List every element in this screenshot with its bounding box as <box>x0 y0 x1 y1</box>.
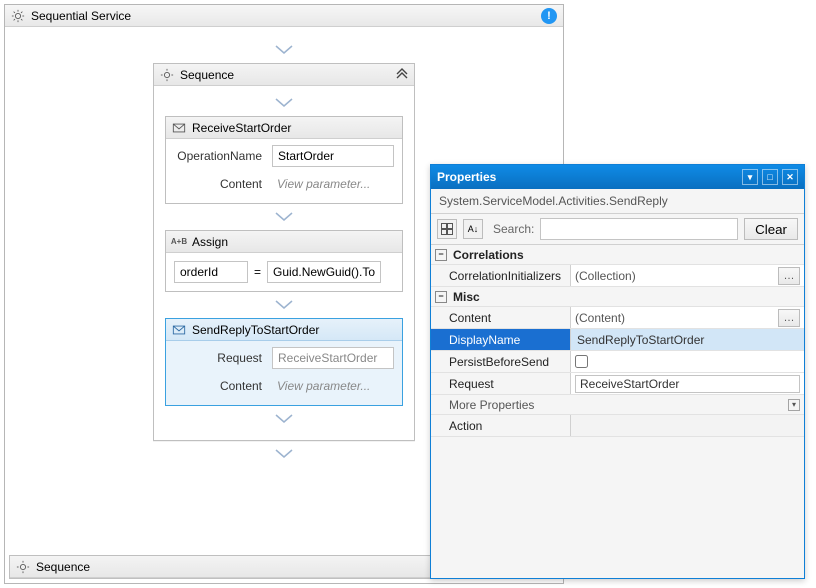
alphabetical-button[interactable]: A↓ <box>463 219 483 239</box>
assign-title: Assign <box>192 235 228 249</box>
drop-indicator-icon <box>275 414 293 424</box>
window-maximize-button[interactable]: □ <box>762 169 778 185</box>
expand-chevron-icon[interactable]: ▾ <box>788 399 800 411</box>
outer-activity-title: Sequential Service <box>31 9 131 23</box>
prop-value: (Collection) <box>575 269 636 283</box>
category-more-properties[interactable]: More Properties ▾ <box>431 395 804 415</box>
properties-type-name: System.ServiceModel.Activities.SendReply <box>431 189 804 214</box>
category-label: Misc <box>453 290 480 304</box>
categorized-button[interactable] <box>437 219 457 239</box>
assign-icon: A+B <box>172 235 186 249</box>
properties-toolbar: A↓ Search: Clear <box>431 214 804 245</box>
reply-content-label: Content <box>174 379 262 393</box>
sequence-icon <box>16 560 30 574</box>
request-label: Request <box>174 351 262 365</box>
sequence-activity[interactable]: Sequence ReceiveStartOrder <box>153 63 415 441</box>
collapse-toggle-icon[interactable]: − <box>435 249 447 261</box>
properties-title: Properties <box>437 170 496 184</box>
operation-name-input[interactable] <box>272 145 394 167</box>
prop-name: DisplayName <box>431 329 571 350</box>
clear-button[interactable]: Clear <box>744 218 798 240</box>
outer-activity-header[interactable]: Sequential Service ! <box>5 5 563 27</box>
prop-value-input[interactable] <box>575 375 800 393</box>
ellipsis-button[interactable]: … <box>778 309 800 327</box>
properties-grid: − Correlations CorrelationInitializers (… <box>431 245 804 578</box>
prop-action[interactable]: Action <box>431 415 804 437</box>
workflow-icon <box>11 9 25 23</box>
category-label: More Properties <box>449 398 534 412</box>
prop-value-checkbox[interactable] <box>575 355 588 368</box>
operation-name-label: OperationName <box>174 149 262 163</box>
sendreply-icon <box>172 323 186 337</box>
validation-error-icon[interactable]: ! <box>541 8 557 24</box>
receive-content-label: Content <box>174 177 262 191</box>
assign-header[interactable]: A+B Assign <box>166 231 402 253</box>
sendreply-title: SendReplyToStartOrder <box>192 323 319 337</box>
prop-persistbeforesend[interactable]: PersistBeforeSend <box>431 351 804 373</box>
window-dropdown-button[interactable]: ▾ <box>742 169 758 185</box>
request-input[interactable] <box>272 347 394 369</box>
prop-content[interactable]: Content (Content) … <box>431 307 804 329</box>
drop-indicator-icon <box>275 300 293 310</box>
assign-rhs-input[interactable] <box>267 261 381 283</box>
prop-name: Request <box>431 373 571 394</box>
sendreply-activity[interactable]: SendReplyToStartOrder Request Content Vi… <box>165 318 403 406</box>
prop-value-input[interactable] <box>575 331 800 349</box>
prop-correlationinitializers[interactable]: CorrelationInitializers (Collection) … <box>431 265 804 287</box>
receive-header[interactable]: ReceiveStartOrder <box>166 117 402 139</box>
prop-name: PersistBeforeSend <box>431 351 571 372</box>
properties-titlebar[interactable]: Properties ▾ □ ✕ <box>431 165 804 189</box>
prop-request[interactable]: Request <box>431 373 804 395</box>
assign-lhs-input[interactable] <box>174 261 248 283</box>
properties-panel: Properties ▾ □ ✕ System.ServiceModel.Act… <box>430 164 805 579</box>
receive-activity[interactable]: ReceiveStartOrder OperationName Content … <box>165 116 403 204</box>
sequence-header[interactable]: Sequence <box>154 64 414 86</box>
collapse-toggle-icon[interactable]: − <box>435 291 447 303</box>
ellipsis-button[interactable]: … <box>778 267 800 285</box>
prop-value: (Content) <box>575 311 625 325</box>
category-label: Correlations <box>453 248 524 262</box>
receive-icon <box>172 121 186 135</box>
bottom-sequence-title: Sequence <box>36 560 90 574</box>
drop-indicator-icon <box>275 98 293 108</box>
prop-name: Content <box>431 307 571 328</box>
prop-displayname[interactable]: DisplayName <box>431 329 804 351</box>
category-correlations[interactable]: − Correlations <box>431 245 804 265</box>
assign-activity[interactable]: A+B Assign = <box>165 230 403 292</box>
prop-name: CorrelationInitializers <box>431 265 571 286</box>
window-close-button[interactable]: ✕ <box>782 169 798 185</box>
sendreply-header[interactable]: SendReplyToStartOrder <box>166 319 402 341</box>
sequence-title: Sequence <box>180 68 234 82</box>
drop-indicator-icon <box>275 212 293 222</box>
assign-equals: = <box>254 265 261 279</box>
drop-indicator-icon <box>275 45 293 55</box>
collapse-icon[interactable] <box>396 67 408 82</box>
search-input[interactable] <box>540 218 738 240</box>
reply-content-link[interactable]: View parameter... <box>272 375 394 397</box>
sequence-icon <box>160 68 174 82</box>
receive-content-link[interactable]: View parameter... <box>272 173 394 195</box>
sequence-body: ReceiveStartOrder OperationName Content … <box>154 86 414 436</box>
search-label: Search: <box>493 222 534 236</box>
category-misc[interactable]: − Misc <box>431 287 804 307</box>
receive-title: ReceiveStartOrder <box>192 121 291 135</box>
drop-indicator-icon <box>275 449 293 459</box>
prop-name: Action <box>431 415 571 436</box>
